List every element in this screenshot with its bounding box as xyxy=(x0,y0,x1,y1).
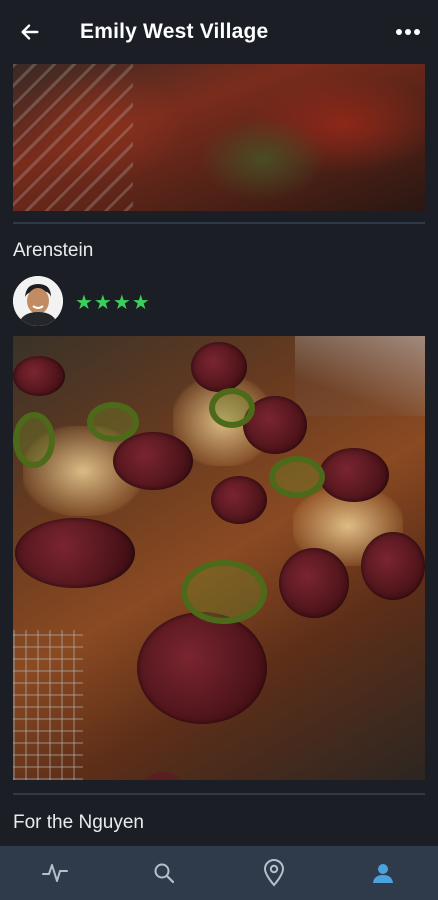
baking-rack xyxy=(13,64,133,211)
activity-icon xyxy=(41,864,68,882)
user-avatar-image xyxy=(13,276,63,326)
previous-post-photo[interactable] xyxy=(13,64,425,211)
pepperoni xyxy=(15,518,135,588)
pepperoni-jalapeno-pizza-photo[interactable] xyxy=(13,336,425,780)
divider xyxy=(13,222,425,224)
jalapeno xyxy=(269,456,325,498)
pepperoni xyxy=(13,356,65,396)
profile-icon xyxy=(373,864,394,883)
more-horizontal-icon xyxy=(396,29,420,35)
location-pin-icon xyxy=(263,859,284,887)
bottom-navigation xyxy=(0,846,438,900)
more-options-button[interactable] xyxy=(392,16,424,48)
pepperoni xyxy=(113,432,193,490)
pepperoni xyxy=(319,448,389,502)
nav-profile[interactable] xyxy=(353,846,413,900)
search-icon xyxy=(154,863,175,884)
jalapeno xyxy=(209,388,255,428)
jalapeno xyxy=(181,560,267,624)
avatar[interactable] xyxy=(13,276,63,326)
jalapeno xyxy=(13,412,55,468)
nav-search[interactable] xyxy=(134,846,194,900)
arrow-left-icon xyxy=(21,24,39,40)
pepperoni xyxy=(361,532,425,600)
pepperoni xyxy=(211,476,267,524)
pepperoni xyxy=(137,612,267,724)
back-button[interactable] xyxy=(14,16,46,48)
app-header: Emily West Village xyxy=(0,0,438,64)
post-title[interactable]: Arenstein xyxy=(13,240,93,262)
wire-rack xyxy=(13,630,83,780)
divider xyxy=(13,793,425,795)
page-title: Emily West Village xyxy=(80,20,269,43)
nav-location[interactable] xyxy=(244,846,304,900)
jalapeno xyxy=(87,402,139,442)
rating-stars: ★★★★ xyxy=(75,292,151,314)
serving-tray xyxy=(295,336,425,416)
pepperoni xyxy=(279,548,349,618)
pepperoni xyxy=(191,342,247,392)
post-title[interactable]: For the Nguyen xyxy=(13,812,144,834)
nav-activity[interactable] xyxy=(25,846,85,900)
